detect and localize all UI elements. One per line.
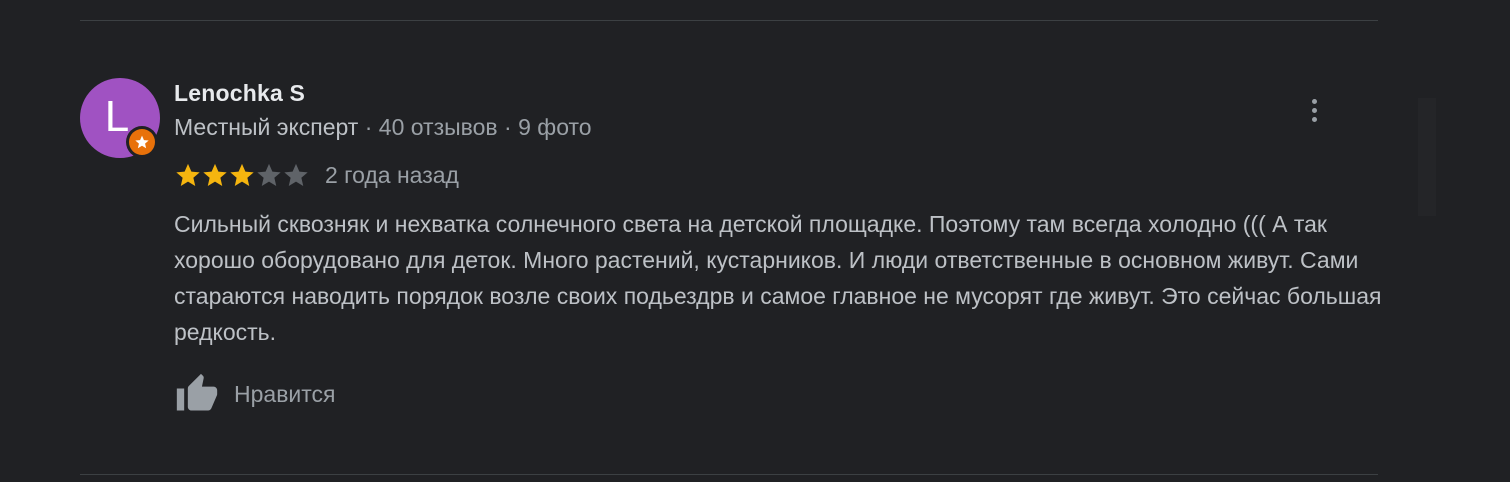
badge-circle: [129, 129, 155, 155]
star-filled-icon: [176, 163, 200, 186]
more-options-button[interactable]: [1298, 92, 1330, 128]
star-filled-icon: [203, 163, 227, 186]
scrollbar-track[interactable]: [1418, 98, 1436, 216]
avatar-initial: L: [104, 92, 130, 141]
more-vert-icon: [1311, 116, 1317, 122]
author-reviews-count: 40 отзывов: [378, 114, 498, 140]
like-label: Нравится: [234, 380, 336, 407]
star-empty-icon: [257, 163, 281, 186]
meta-separator: ·: [364, 114, 373, 140]
author-name[interactable]: Lenochka S: [174, 80, 305, 107]
review-text: Сильный сквозняк и нехватка солнечного с…: [174, 211, 1382, 345]
author-meta: Местный эксперт · 40 отзывов · 9 фото: [174, 114, 592, 141]
like-button[interactable]: Нравится: [174, 372, 336, 416]
more-vert-icon: [1311, 98, 1317, 104]
author-level: Местный эксперт: [174, 114, 359, 140]
bottom-divider: [80, 474, 1378, 475]
more-vert-icon: [1311, 107, 1317, 113]
star-filled-icon: [230, 163, 254, 186]
review-card: L Lenochka S Местный эксперт · 40 отзыво…: [0, 0, 1510, 482]
star-empty-icon: [284, 163, 308, 186]
star-icon: [135, 135, 149, 149]
review-date: 2 года назад: [325, 161, 459, 188]
author-photos-count: 9 фото: [518, 114, 592, 140]
star-rating: [174, 161, 309, 189]
local-guide-badge: [126, 126, 158, 158]
thumbs-up-icon: [176, 373, 218, 411]
top-divider: [80, 20, 1378, 21]
meta-separator: ·: [504, 114, 512, 140]
rating-row: 2 года назад: [174, 160, 459, 190]
